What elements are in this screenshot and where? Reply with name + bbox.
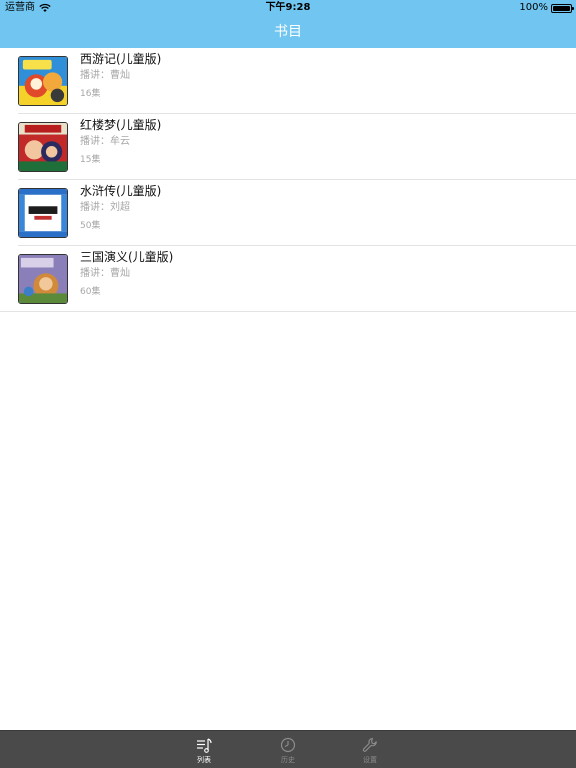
tab-list-label: 列表 [197,756,211,764]
book-narrator: 播讲：曹灿 [80,268,130,279]
book-episode-count: 15集 [80,155,101,165]
book-narrator: 播讲：曹灿 [80,70,130,81]
tab-settings-label: 设置 [363,756,377,764]
nav-bar: 书目 [0,16,576,48]
book-title: 水浒传(儿童版) [80,184,162,198]
status-time: 下午9:28 [265,2,311,13]
list-item-book[interactable]: 水浒传(儿童版) 播讲：刘超 50集 [0,180,576,246]
book-title: 三国演义(儿童版) [80,250,174,264]
tab-settings[interactable]: 设置 [340,731,400,768]
status-right: 100% [519,0,574,16]
battery-icon [551,3,574,13]
cover-art [19,255,67,303]
book-narrator: 播讲：刘超 [80,202,130,213]
book-cover-image [18,188,68,238]
list-item-book[interactable]: 西游记(儿童版) 播讲：曹灿 16集 [0,48,576,114]
book-episode-count: 50集 [80,221,101,231]
music-list-icon [197,738,212,753]
tab-history-label: 历史 [281,756,295,764]
cover-art [19,189,67,237]
app-root: 运营商 下午9:28 100% 书目 西游记(儿童版) 播讲：曹灿 16集 红楼… [0,0,576,768]
book-title: 红楼梦(儿童版) [80,118,162,132]
page-title: 书目 [274,24,302,40]
book-list: 西游记(儿童版) 播讲：曹灿 16集 红楼梦(儿童版) 播讲：牟云 15集 水浒… [0,48,576,312]
cover-art [19,57,67,105]
book-cover-image [18,122,68,172]
battery-fill [553,5,570,11]
clock-icon [280,737,296,753]
book-episode-count: 60集 [80,287,101,297]
tab-history[interactable]: 历史 [258,731,318,768]
cover-art [19,123,67,171]
list-item-book[interactable]: 红楼梦(儿童版) 播讲：牟云 15集 [0,114,576,180]
battery-percent: 100% [519,2,548,13]
book-title: 西游记(儿童版) [80,52,162,66]
list-item-book[interactable]: 三国演义(儿童版) 播讲：曹灿 60集 [0,246,576,312]
tab-list[interactable]: 列表 [174,731,234,768]
book-cover-image [18,254,68,304]
wrench-icon [362,737,377,752]
status-bar: 运营商 下午9:28 100% [0,0,576,16]
book-cover-image [18,56,68,106]
book-narrator: 播讲：牟云 [80,136,130,147]
book-episode-count: 16集 [80,89,101,99]
tab-bar: 列表 历史 设置 [0,730,576,768]
